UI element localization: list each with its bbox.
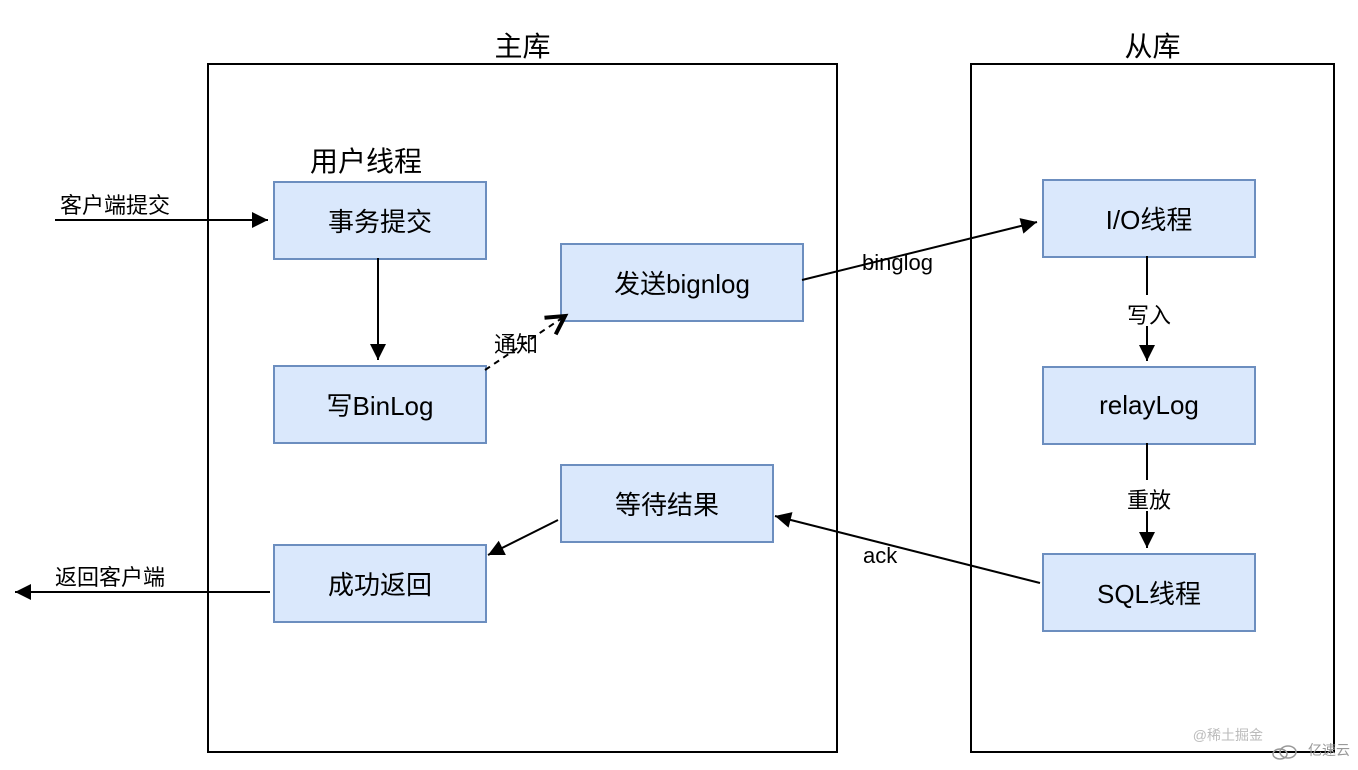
box-io-thread: I/O线程 <box>1042 179 1256 258</box>
user-thread-label: 用户线程 <box>310 140 422 180</box>
master-title: 主库 <box>494 25 550 65</box>
watermark-yisu: 亿速云 <box>1308 740 1350 760</box>
box-relay-log: relayLog <box>1042 366 1256 445</box>
label-write: 写入 <box>1127 298 1171 330</box>
label-ack: ack <box>863 543 897 569</box>
box-success-return: 成功返回 <box>273 544 487 623</box>
box-tx-commit: 事务提交 <box>273 181 487 260</box>
box-sql-thread: SQL线程 <box>1042 553 1256 632</box>
box-write-binlog: 写BinLog <box>273 365 487 444</box>
label-return-client: 返回客户端 <box>55 560 165 592</box>
label-replay: 重放 <box>1127 483 1171 515</box>
label-client-submit: 客户端提交 <box>60 188 170 220</box>
box-wait-result: 等待结果 <box>560 464 774 543</box>
watermark-xitu: @稀土掘金 <box>1193 725 1263 745</box>
label-notify: 通知 <box>494 327 538 359</box>
box-send-binlog: 发送bignlog <box>560 243 804 322</box>
slave-title: 从库 <box>1124 25 1180 65</box>
yisu-cloud-icon <box>1270 742 1298 762</box>
label-binglog: binglog <box>862 250 933 276</box>
